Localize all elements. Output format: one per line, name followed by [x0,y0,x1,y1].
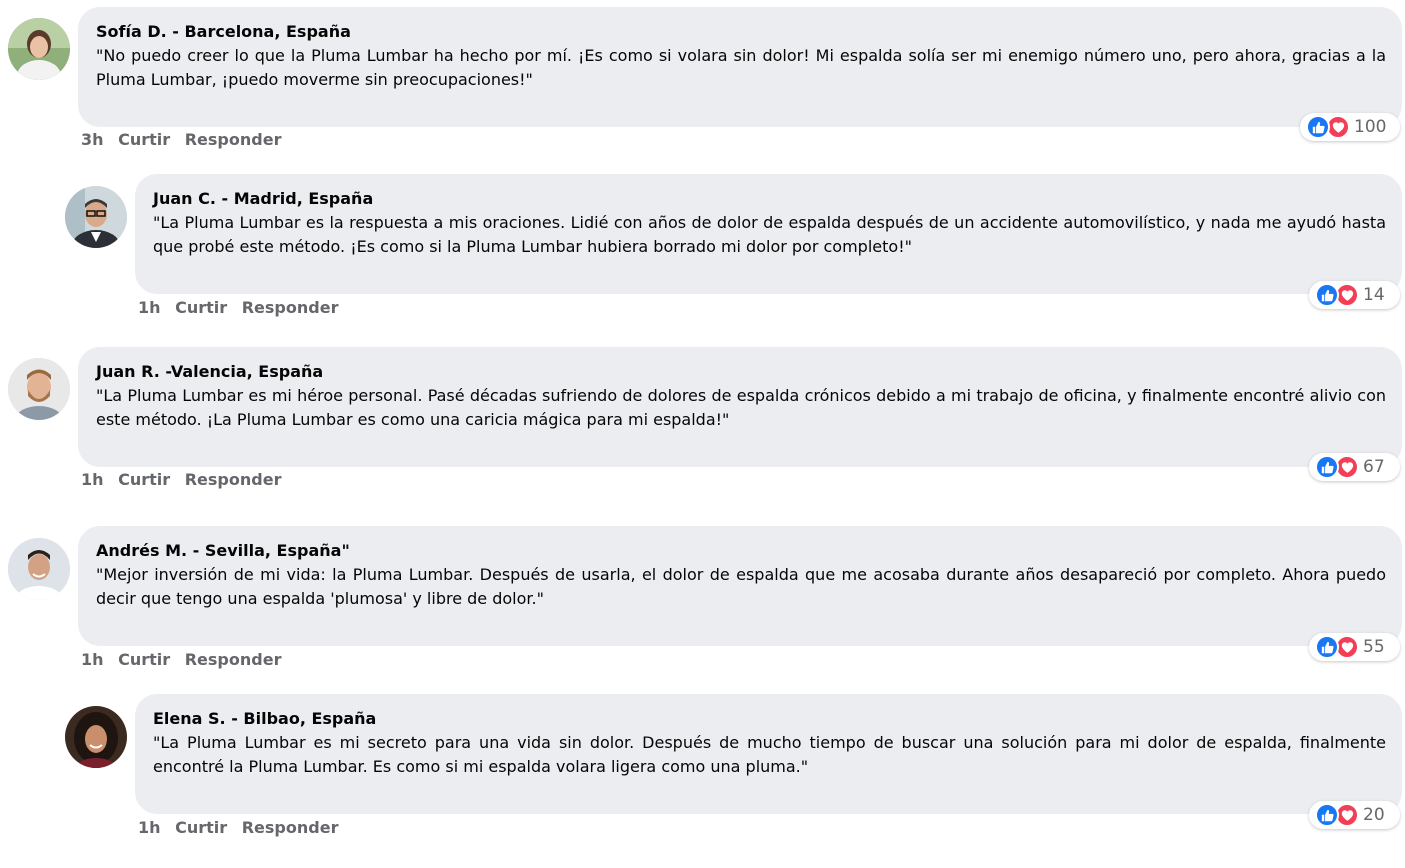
like-button[interactable]: Curtir [118,650,170,669]
comment-time[interactable]: 3h [81,130,104,149]
avatar[interactable] [8,538,70,600]
smiling-man-avatar-photo [8,538,70,600]
comment-text: "No puedo creer lo que la Pluma Lumbar h… [96,46,1386,89]
comment-author[interactable]: Andrés M. - Sevilla, España" [96,540,1386,562]
reaction-count: 67 [1363,457,1385,477]
comment-author[interactable]: Sofía D. - Barcelona, España [96,21,1386,43]
reactions-summary[interactable]: 55 [1309,633,1400,661]
comment-time[interactable]: 1h [138,298,161,317]
reaction-count: 55 [1363,637,1385,657]
reply-button[interactable]: Responder [242,298,339,317]
avatar[interactable] [8,18,70,80]
avatar[interactable] [65,186,127,248]
comment-bubble: Andrés M. - Sevilla, España" "Mejor inve… [78,526,1402,646]
comment-author[interactable]: Elena S. - Bilbao, España [153,708,1386,730]
reaction-count: 14 [1363,285,1385,305]
comment-time[interactable]: 1h [81,650,104,669]
like-button[interactable]: Curtir [118,470,170,489]
comment-actions: 1h Curtir Responder [138,818,347,838]
like-icon [1315,283,1339,307]
avatar[interactable] [65,706,127,768]
woman-avatar-photo [8,18,70,80]
comment-bubble: Juan R. -Valencia, España "La Pluma Lumb… [78,347,1402,467]
comment-text: "Mejor inversión de mi vida: la Pluma Lu… [96,565,1386,608]
comment-time[interactable]: 1h [81,470,104,489]
reactions-summary[interactable]: 67 [1309,453,1400,481]
comment-time[interactable]: 1h [138,818,161,837]
reply-button[interactable]: Responder [185,650,282,669]
like-button[interactable]: Curtir [118,130,170,149]
comment-bubble: Elena S. - Bilbao, España "La Pluma Lumb… [135,694,1402,814]
reaction-count: 100 [1354,117,1387,137]
bearded-man-avatar-photo [8,358,70,420]
comment-text: "La Pluma Lumbar es mi secreto para una … [153,733,1386,776]
comment-author[interactable]: Juan R. -Valencia, España [96,361,1386,383]
reply-button[interactable]: Responder [242,818,339,837]
reactions-summary[interactable]: 100 [1300,113,1400,141]
reactions-summary[interactable]: 20 [1309,801,1400,829]
man-glasses-avatar-photo [65,186,127,248]
reply-button[interactable]: Responder [185,470,282,489]
comment-actions: 1h Curtir Responder [81,470,290,490]
comment-actions: 1h Curtir Responder [81,650,290,670]
reactions-summary[interactable]: 14 [1309,281,1400,309]
like-button[interactable]: Curtir [175,298,227,317]
avatar[interactable] [8,358,70,420]
comment-actions: 3h Curtir Responder [81,130,290,150]
like-button[interactable]: Curtir [175,818,227,837]
reply-button[interactable]: Responder [185,130,282,149]
comment-bubble: Juan C. - Madrid, España "La Pluma Lumba… [135,174,1402,294]
comment-bubble: Sofía D. - Barcelona, España "No puedo c… [78,7,1402,127]
comment-text: "La Pluma Lumbar es mi héroe personal. P… [96,386,1386,429]
like-icon [1306,115,1330,139]
like-icon [1315,455,1339,479]
comment-actions: 1h Curtir Responder [138,298,347,318]
like-icon [1315,803,1339,827]
woman-dark-hair-avatar-photo [65,706,127,768]
comment-text: "La Pluma Lumbar es la respuesta a mis o… [153,213,1386,256]
comment-author[interactable]: Juan C. - Madrid, España [153,188,1386,210]
reaction-count: 20 [1363,805,1385,825]
like-icon [1315,635,1339,659]
